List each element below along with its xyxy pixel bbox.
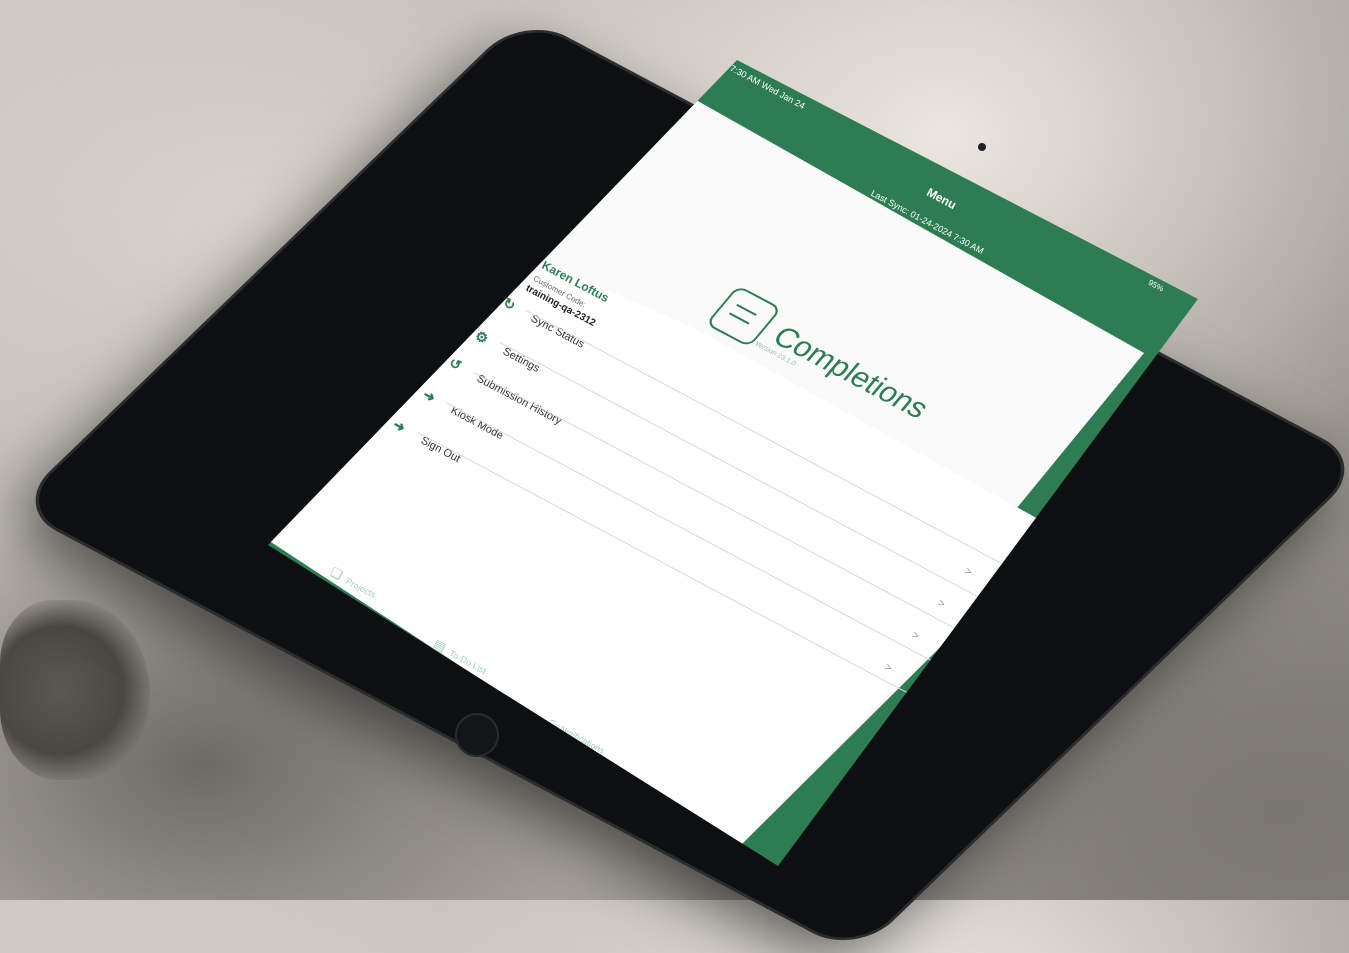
chevron-right-icon: > (962, 565, 974, 579)
gear-icon: ⚙ (472, 327, 492, 348)
nav-title: Menu (924, 185, 959, 213)
chevron-right-icon: > (935, 597, 947, 611)
history-icon: ↺ (446, 354, 465, 374)
home-button[interactable] (455, 713, 499, 757)
logo-text: Completions (766, 320, 936, 425)
menu-divider (417, 432, 931, 706)
menu-divider (445, 402, 959, 676)
status-time: 7:30 AM Wed Jan 24 (728, 63, 807, 111)
checklist-icon (705, 285, 783, 348)
front-camera (978, 143, 986, 151)
app-logo: Completions Version 23.1.0 (705, 285, 940, 432)
battery-status: 95% (1146, 278, 1166, 294)
sign-out-icon: ➜ (390, 416, 409, 436)
menu-item-label: Kiosk Mode (448, 404, 506, 443)
menu-item-label: Sign Out (418, 434, 463, 466)
exit-icon: ➜ (420, 386, 439, 406)
menu-item-sign-out[interactable]: ➜ Sign Out (390, 416, 464, 466)
chevron-right-icon: > (882, 661, 894, 675)
chevron-right-icon: > (909, 629, 921, 643)
menu-divider (499, 342, 1013, 616)
layers-icon: ❏ (327, 564, 346, 583)
background-stone (0, 600, 150, 780)
